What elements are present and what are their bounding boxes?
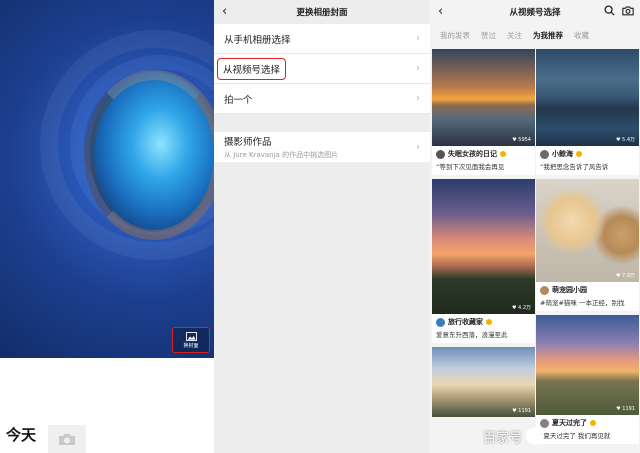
paw-logo-icon	[526, 427, 545, 445]
video-card[interactable]: ♥ 4.2万 旅行收藏家 爱意东升西落，浪漫至此	[432, 179, 535, 343]
search-icon[interactable]	[604, 5, 615, 16]
avatar	[540, 149, 549, 159]
avatar	[436, 149, 445, 159]
watermark: 百家号	[483, 424, 573, 448]
verified-icon	[590, 420, 596, 426]
tab-following[interactable]: 关注	[507, 30, 522, 41]
video-thumbnail: ♥ 4.2万	[432, 179, 535, 314]
chevron-right-icon: ›	[416, 93, 420, 104]
video-card[interactable]: ♥ 5954 失眠女孩的日记 “等到下次见面我会再见	[432, 49, 535, 175]
avatar	[436, 317, 445, 327]
chevron-right-icon: ›	[416, 141, 420, 153]
today-heading: 今天	[6, 426, 37, 444]
source-tabs: 我的发表 赞过 关注 为我推荐 收藏	[430, 24, 640, 46]
video-card[interactable]: ♥ 7.9万 萌宠园小园 #萌宠#猫咪 一本正经，别找	[536, 179, 639, 311]
menu-item-video-channel[interactable]: 从视频号选择 ›	[214, 54, 430, 84]
feed-column-right: ♥ 5.4万 小鲸海 “我把思念告诉了风告诉 ♥ 7.9万 萌宠园小园 #萌宠#…	[536, 49, 639, 448]
video-thumbnail: ♥ 7.9万	[536, 179, 639, 282]
change-cover-label: 换封面	[183, 342, 199, 349]
tab-favorites[interactable]: 收藏	[574, 30, 589, 41]
menu-item-photographer[interactable]: 摄影师作品 从 Jure Kravanja 的作品中挑选图片 ›	[214, 132, 430, 162]
video-picker-panel: ‹ 从视频号选择 我的发表 赞过 关注 为我推荐 收藏 ♥ 5954 失眠女孩的…	[430, 0, 640, 453]
menu-item-label: 拍一个	[224, 94, 253, 106]
video-description: “我把思念告诉了风告诉	[540, 163, 609, 171]
verified-icon	[576, 151, 582, 157]
like-count: ♥ 1191	[616, 406, 635, 412]
tab-liked[interactable]: 赞过	[481, 30, 496, 41]
camera-upload-tile[interactable]	[48, 425, 86, 453]
like-count: ♥ 7.9万	[615, 273, 635, 279]
cover-source-menu: 从手机相册选择 › 从视频号选择 › 拍一个 ›	[214, 24, 430, 114]
tab-my-posts[interactable]: 我的发表	[440, 30, 470, 41]
video-card[interactable]: ♥ 5.4万 小鲸海 “我把思念告诉了风告诉	[536, 49, 639, 175]
menu-item-take-photo[interactable]: 拍一个 ›	[214, 84, 430, 114]
feed-column-left: ♥ 5954 失眠女孩的日记 “等到下次见面我会再见 ♥ 4.2万 旅行收藏家 …	[432, 49, 535, 421]
album-cover-image: 换封面	[0, 0, 214, 358]
video-card[interactable]: ♥ 1191	[432, 347, 535, 417]
back-icon[interactable]: ‹	[438, 5, 443, 19]
tab-recommended[interactable]: 为我推荐	[533, 30, 563, 41]
menu-item-label: 从视频号选择	[217, 57, 287, 80]
camera-icon	[59, 434, 75, 445]
menu-item-phone-album[interactable]: 从手机相册选择 ›	[214, 24, 430, 54]
menu-item-sublabel: 从 Jure Kravanja 的作品中挑选图片	[224, 151, 339, 159]
change-cover-button[interactable]: 换封面	[172, 327, 210, 353]
author-name: 小鲸海	[552, 150, 573, 158]
video-description: “等到下次见面我会再见	[436, 163, 505, 171]
image-icon	[185, 331, 197, 341]
back-icon[interactable]: ‹	[222, 5, 227, 19]
like-count: ♥ 1191	[512, 408, 531, 414]
video-thumbnail: ♥ 1191	[536, 315, 639, 415]
chevron-right-icon: ›	[416, 63, 420, 74]
author-name: 旅行收藏家	[448, 318, 483, 326]
album-panel: 换封面 今天	[0, 0, 214, 453]
cover-rock-ring	[84, 70, 214, 240]
author-name: 萌宠园小园	[552, 286, 587, 294]
page-title: 更换相册封面	[296, 8, 348, 18]
like-count: ♥ 4.2万	[511, 305, 531, 311]
verified-icon	[486, 319, 492, 325]
video-thumbnail: ♥ 5.4万	[536, 49, 639, 146]
like-count: ♥ 5.4万	[615, 137, 635, 143]
video-description: #萌宠#猫咪 一本正经，别找	[540, 299, 625, 307]
menu-item-label: 从手机相册选择	[224, 34, 291, 46]
verified-icon	[500, 151, 506, 157]
page-title: 从视频号选择	[509, 8, 561, 18]
change-cover-panel: ‹ 更换相册封面 从手机相册选择 › 从视频号选择 › 拍一个 › 摄影师作品 …	[214, 0, 430, 453]
watermark-text: 百家号	[483, 430, 523, 446]
like-count: ♥ 5954	[512, 137, 531, 143]
camera-icon[interactable]	[622, 5, 634, 16]
video-thumbnail: ♥ 5954	[432, 49, 535, 146]
video-thumbnail: ♥ 1191	[432, 347, 535, 417]
nav-bar: ‹ 从视频号选择	[430, 0, 640, 24]
author-name: 失眠女孩的日记	[448, 150, 497, 158]
chevron-right-icon: ›	[416, 33, 420, 44]
avatar	[540, 285, 549, 295]
menu-item-label: 摄影师作品	[224, 137, 272, 148]
nav-bar: ‹ 更换相册封面	[214, 0, 430, 24]
video-description: 爱意东升西落，浪漫至此	[436, 331, 508, 339]
